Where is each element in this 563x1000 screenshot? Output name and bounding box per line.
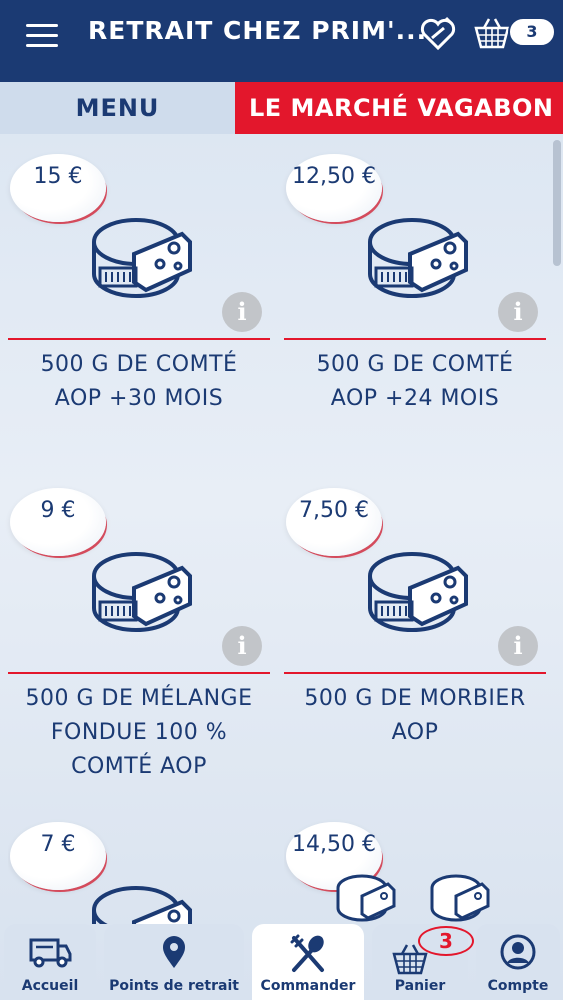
nav-panier[interactable]: 3 Panier — [372, 924, 474, 1000]
product-divider — [284, 672, 546, 674]
info-button[interactable]: i — [498, 292, 538, 332]
nav-points-de-retrait[interactable]: Points de retrait — [104, 924, 244, 1000]
product-card[interactable]: 7 € — [8, 810, 270, 924]
cart-button[interactable]: 3 — [472, 14, 556, 52]
info-button[interactable]: i — [222, 626, 262, 666]
product-name: 500 G DE MÉLANGE FONDUE 100 % COMTÉ AOP — [25, 686, 253, 779]
scrollbar[interactable] — [553, 140, 561, 266]
product-divider — [284, 338, 546, 340]
product-card[interactable]: 14,50 € — [284, 810, 546, 924]
location-pin-icon — [163, 936, 185, 968]
cart-count-badge: 3 — [508, 17, 556, 47]
truck-icon — [29, 938, 72, 968]
favorite-store-icon[interactable] — [418, 14, 458, 54]
nav-compte[interactable]: Compte — [476, 924, 560, 1000]
user-icon — [500, 934, 536, 970]
category-tabs: MENU LE MARCHÉ VAGABON — [0, 82, 563, 134]
cheese-icon — [368, 552, 468, 632]
menu-icon[interactable] — [26, 24, 58, 47]
tab-menu[interactable]: MENU — [0, 82, 235, 134]
cheese-icon — [368, 218, 468, 298]
product-name: 500 G DE MORBIER AOP — [304, 686, 526, 745]
bottom-navigation: Accueil Points de retrait Commander 3 Pa… — [0, 924, 563, 1000]
tab-le-marche-vagabon[interactable]: LE MARCHÉ VAGABON — [235, 82, 563, 134]
cheese-icon — [92, 218, 192, 298]
fork-spoon-icon — [290, 934, 324, 972]
nav-accueil[interactable]: Accueil — [4, 924, 96, 1000]
product-divider — [8, 338, 270, 340]
product-divider — [8, 672, 270, 674]
cheese-icon — [430, 874, 490, 922]
cheese-icon — [92, 552, 192, 632]
product-name: 500 G DE COMTÉ AOP +24 MOIS — [316, 352, 514, 411]
cheese-icon — [92, 886, 192, 924]
info-button[interactable]: i — [222, 292, 262, 332]
nav-commander[interactable]: Commander — [252, 924, 364, 1000]
app-header: RETRAIT CHEZ PRIM'... 3 — [0, 0, 563, 82]
product-card[interactable]: 15 € i 500 G DE COMTÉ AOP +30 MOIS — [8, 142, 270, 462]
panier-count-badge: 3 — [418, 926, 474, 956]
info-button[interactable]: i — [498, 626, 538, 666]
product-card[interactable]: 12,50 € i 500 G DE COMTÉ AOP +24 MOIS — [284, 142, 546, 462]
app-title: RETRAIT CHEZ PRIM'... — [88, 16, 428, 45]
product-name: 500 G DE COMTÉ AOP +30 MOIS — [40, 352, 238, 411]
product-card[interactable]: 9 € i 500 G DE MÉLANGE FONDUE 100 % COMT… — [8, 476, 270, 796]
product-card[interactable]: 7,50 € i 500 G DE MORBIER AOP — [284, 476, 546, 796]
basket-icon — [474, 18, 510, 49]
cheese-icon — [336, 874, 396, 922]
